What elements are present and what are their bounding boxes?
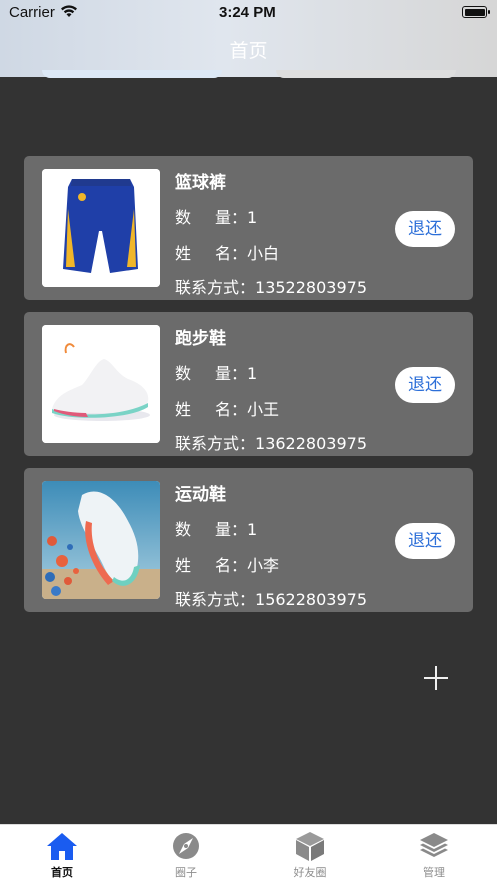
wifi-icon: [60, 4, 78, 22]
contact-label: 联系方式：: [175, 278, 256, 297]
product-image: [42, 325, 160, 443]
contact-row: 联系方式：15622803975: [175, 586, 367, 610]
product-image: [42, 169, 160, 287]
tab-bar: 首页 圈子 好友圈 管理: [0, 824, 497, 883]
layers-icon: [420, 833, 448, 857]
person-row: 姓名：小王: [175, 396, 279, 420]
compass-icon: [173, 833, 199, 859]
quantity-row: 数量：1: [175, 516, 257, 540]
person-label: 名：: [215, 400, 248, 419]
tab-label: 圈子: [175, 866, 197, 879]
quantity-label-char: 数: [175, 208, 216, 227]
status-bar: Carrier 3:24 PM: [0, 0, 497, 26]
person-label-char: 姓: [175, 244, 216, 263]
quantity-value: 1: [247, 208, 258, 227]
tab-manage[interactable]: 管理: [394, 831, 474, 880]
quantity-value: 1: [247, 520, 258, 539]
battery-icon: [462, 6, 490, 18]
person-label-char: 姓: [175, 400, 216, 419]
add-icon[interactable]: [424, 666, 448, 690]
navigation-header: Carrier 3:24 PM 首页: [0, 0, 497, 78]
person-value: 小白: [247, 244, 280, 263]
quantity-label-char: 数: [175, 364, 216, 383]
contact-row: 联系方式：13622803975: [175, 430, 367, 454]
person-value: 小王: [247, 400, 280, 419]
tab-label: 首页: [51, 866, 73, 879]
return-button[interactable]: 退还: [395, 523, 455, 559]
person-row: 姓名：小李: [175, 552, 279, 576]
quantity-label: 量：: [215, 208, 248, 227]
quantity-row: 数量：1: [175, 204, 257, 228]
return-button[interactable]: 退还: [395, 211, 455, 247]
cube-icon: [296, 832, 324, 861]
tab-home[interactable]: 首页: [22, 831, 102, 880]
home-icon: [47, 833, 77, 860]
contact-label: 联系方式：: [175, 590, 256, 609]
basketball-shorts-icon: [42, 169, 160, 287]
quantity-label: 量：: [215, 364, 248, 383]
quantity-label-char: 数: [175, 520, 216, 539]
item-card: 跑步鞋 数量：1 姓名：小王 联系方式：13622803975 退还: [24, 312, 473, 456]
quantity-label: 量：: [215, 520, 248, 539]
tab-label: 管理: [423, 866, 445, 879]
quantity-value: 1: [247, 364, 258, 383]
phone-value: 15622803975: [255, 590, 367, 609]
tab-friends[interactable]: 好友圈: [270, 831, 350, 880]
item-name: 篮球裤: [175, 173, 226, 193]
phone-value: 13622803975: [255, 434, 367, 453]
person-row: 姓名：小白: [175, 240, 279, 264]
phone-value: 13522803975: [255, 278, 367, 297]
contact-label: 联系方式：: [175, 434, 256, 453]
person-value: 小李: [247, 556, 280, 575]
tab-circle[interactable]: 圈子: [146, 831, 226, 880]
page-title: 首页: [229, 40, 268, 62]
quantity-row: 数量：1: [175, 360, 257, 384]
carrier-label: Carrier: [9, 4, 55, 21]
person-label: 名：: [215, 244, 248, 263]
clock: 3:24 PM: [219, 4, 276, 21]
return-button[interactable]: 退还: [395, 367, 455, 403]
person-label: 名：: [215, 556, 248, 575]
running-shoe-icon: [42, 325, 160, 443]
contact-row: 联系方式：13522803975: [175, 274, 367, 298]
item-card: 篮球裤 数量：1 姓名：小白 联系方式：13522803975 退还: [24, 156, 473, 300]
banner-edge-right: [276, 70, 456, 78]
item-card: 运动鞋 数量：1 姓名：小李 联系方式：15622803975 退还: [24, 468, 473, 612]
item-name: 运动鞋: [175, 485, 226, 505]
sneaker-icon: [42, 481, 160, 599]
product-image: [42, 481, 160, 599]
tab-label: 好友圈: [293, 866, 327, 879]
person-label-char: 姓: [175, 556, 216, 575]
banner-edge-left: [42, 70, 222, 78]
item-name: 跑步鞋: [175, 329, 226, 349]
